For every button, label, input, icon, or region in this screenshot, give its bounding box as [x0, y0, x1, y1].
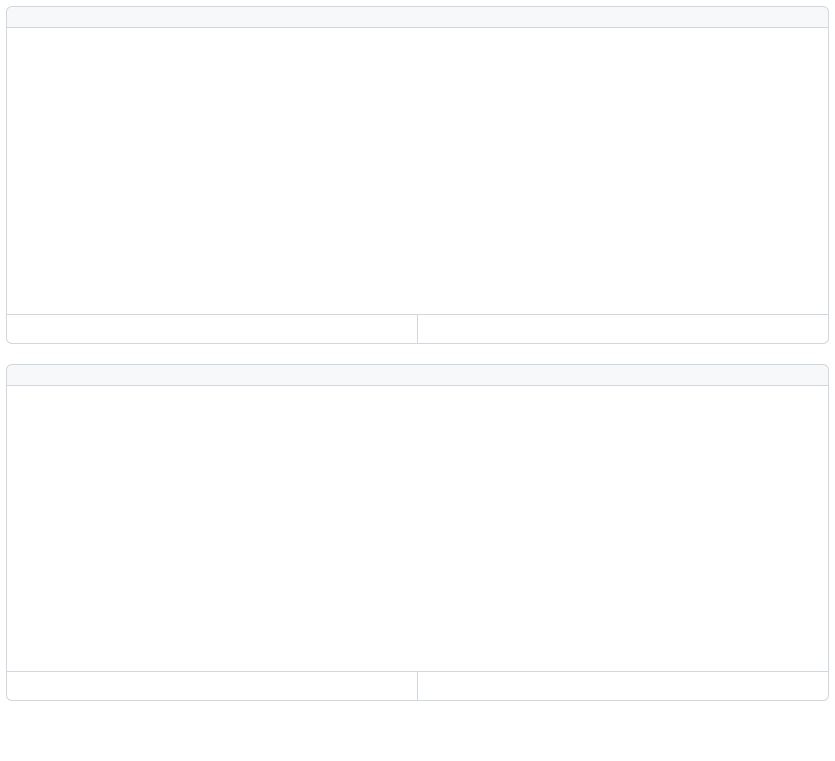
panel-footer [7, 314, 828, 343]
visitors-chart [7, 386, 828, 672]
visitors-unique [417, 672, 828, 700]
clones-unique [417, 315, 828, 343]
panel-footer [7, 671, 828, 700]
views-total [7, 672, 417, 700]
panel-title [7, 365, 828, 386]
git-clones-chart [7, 28, 828, 314]
git-clones-panel [6, 6, 829, 344]
panel-title [7, 7, 828, 28]
visitors-panel [6, 364, 829, 702]
clones-total [7, 315, 417, 343]
